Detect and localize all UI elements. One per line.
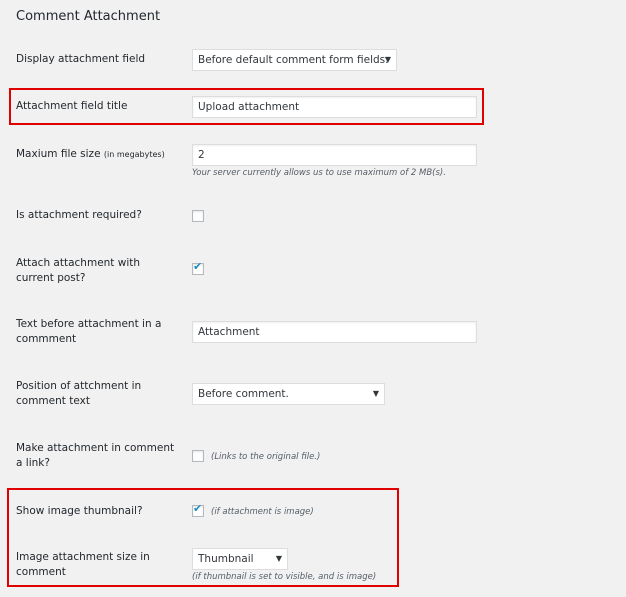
display-field-label: Display attachment field [16,53,146,65]
attach-post-checkbox[interactable]: ✔ [192,260,204,275]
position-label: Position of attchment in comment text [16,380,142,407]
make-link-checkbox[interactable] [192,450,204,462]
show-thumb-note: (if attachment is image) [211,507,314,517]
max-size-input[interactable]: 2 [192,144,477,166]
field-title-input[interactable]: Upload attachment [192,96,477,118]
chevron-down-icon: ▼ [384,55,391,64]
check-icon: ✔ [193,502,203,515]
text-before-input[interactable]: Attachment [192,321,477,343]
display-field-select[interactable]: Before default comment form fields. ▼ [192,49,397,71]
section-title: Comment Attachment [16,9,161,24]
max-size-label-text: Maxium file size [16,148,101,160]
chevron-down-icon: ▼ [372,389,379,398]
show-thumb-checkbox[interactable]: ✔ [192,502,204,517]
max-size-unit: (in megabytes) [103,150,165,159]
required-label: Is attachment required? [16,209,142,221]
position-value: Before comment. [198,388,289,400]
required-checkbox[interactable] [192,210,204,222]
chevron-down-icon: ▼ [275,554,282,563]
text-before-label: Text before attachment in a commment [16,318,162,345]
field-title-label: Attachment field title [16,100,128,112]
check-icon: ✔ [193,260,203,273]
max-size-note: Your server currently allows us to use m… [192,168,446,178]
make-link-note: (Links to the original file.) [211,452,321,462]
show-thumb-label: Show image thumbnail? [16,505,143,517]
display-field-value: Before default comment form fields. [198,54,389,66]
attach-post-label: Attach attachment with current post? [16,257,141,284]
image-size-label: Image attachment size in comment [16,551,150,578]
position-select[interactable]: Before comment. ▼ [192,383,385,405]
max-size-label: Maxium file size (in megabytes) [16,147,191,162]
image-size-select[interactable]: Thumbnail ▼ [192,548,288,570]
make-link-label: Make attachment in comment a link? [16,442,175,469]
image-size-value: Thumbnail [198,553,254,565]
image-size-note: (if thumbnail is set to visible, and is … [192,572,377,582]
